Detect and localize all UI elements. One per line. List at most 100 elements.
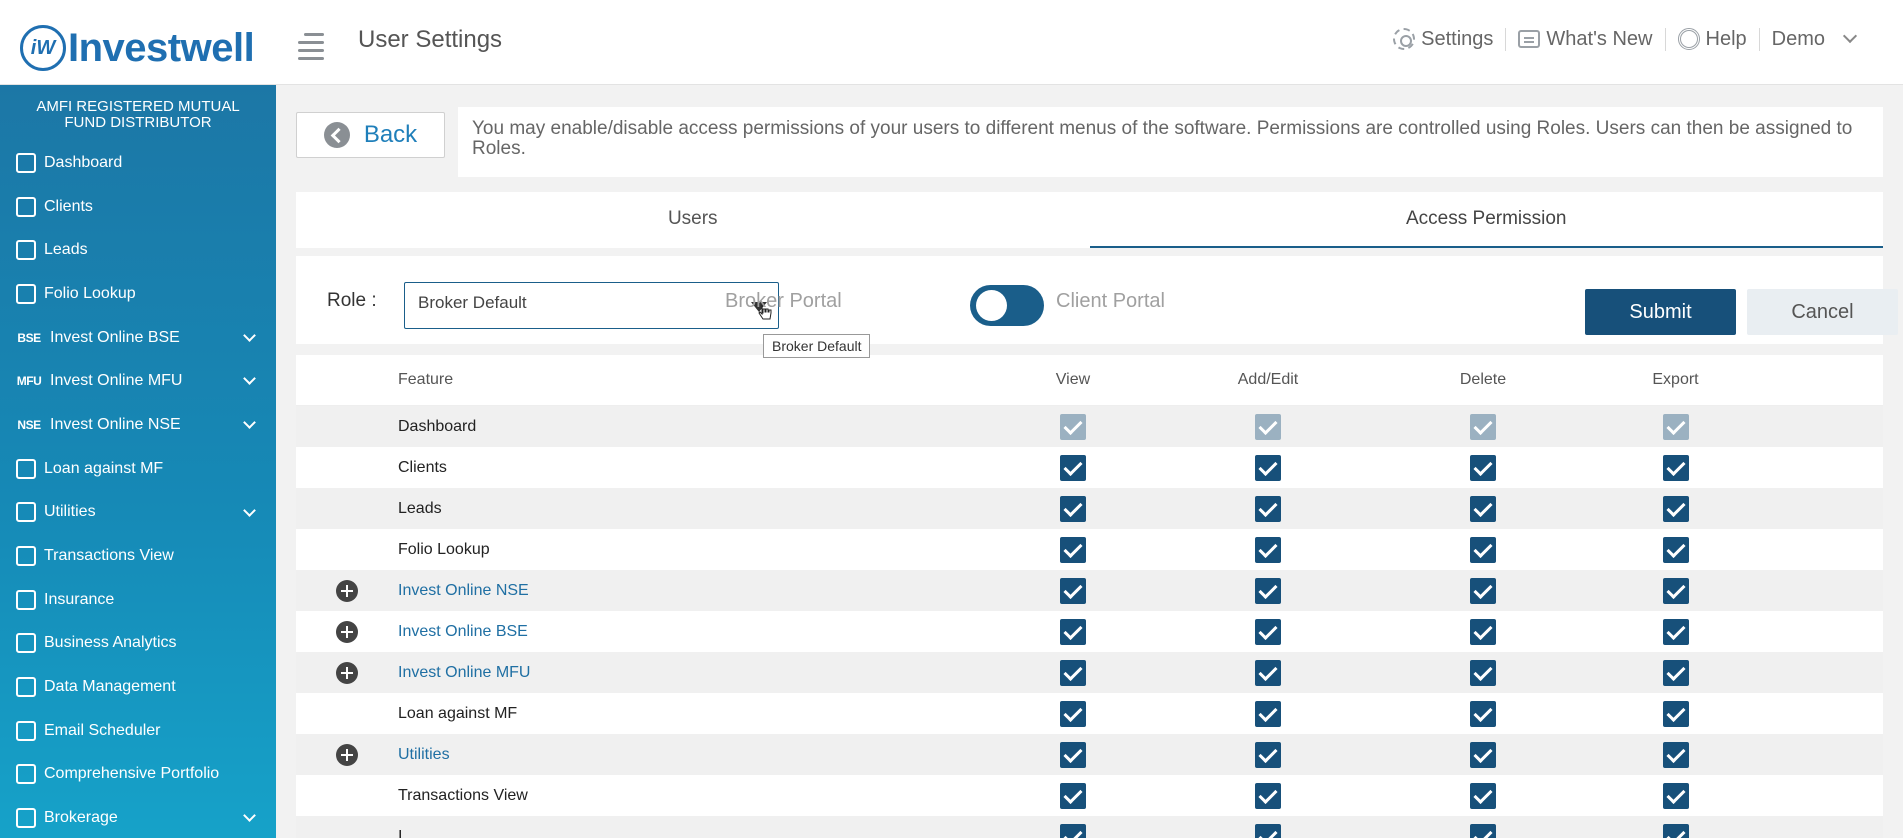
delete-checkbox[interactable] — [1470, 454, 1496, 481]
sidebar-item-transactions-view[interactable]: Transactions View — [0, 534, 276, 578]
view-checkbox[interactable] — [1060, 700, 1086, 727]
view-checkbox[interactable] — [1060, 454, 1086, 481]
delete-checkbox[interactable] — [1470, 577, 1496, 604]
delete-checkbox[interactable] — [1470, 618, 1496, 645]
mfu-icon: MFU — [16, 374, 42, 389]
delete-checkbox[interactable] — [1470, 495, 1496, 522]
search-icon — [14, 501, 38, 523]
expand-plus-icon[interactable] — [336, 579, 358, 602]
add-edit-checkbox[interactable] — [1255, 741, 1281, 768]
add-edit-checkbox[interactable] — [1255, 618, 1281, 645]
export-checkbox[interactable] — [1662, 618, 1689, 645]
sidebar-nav: Dashboard Clients Leads Folio Lookup BSE Inve… — [0, 141, 276, 840]
chevron-down-icon[interactable] — [243, 372, 256, 386]
export-checkbox[interactable] — [1662, 823, 1689, 838]
delete-checkbox[interactable] — [1470, 659, 1496, 686]
sidebar-item-folio-lookup[interactable]: Folio Lookup — [0, 272, 276, 316]
delete-checkbox[interactable] — [1470, 823, 1496, 838]
chevron-down-icon[interactable] — [243, 503, 256, 517]
sidebar-item-utilities[interactable]: Utilities — [0, 491, 276, 535]
view-checkbox[interactable] — [1060, 495, 1086, 522]
feature-name[interactable]: Invest Online NSE — [398, 582, 978, 600]
sidebar-item-label: Invest Online MFU — [50, 372, 183, 390]
settings-link[interactable]: Settings — [1381, 27, 1507, 51]
feature-name[interactable]: Invest Online BSE — [398, 623, 978, 641]
portal-toggle[interactable] — [970, 285, 1044, 326]
delete-checkbox[interactable] — [1470, 782, 1496, 809]
feature-name[interactable]: Invest Online MFU — [398, 664, 978, 682]
view-checkbox[interactable] — [1060, 659, 1086, 686]
view-checkbox[interactable] — [1060, 782, 1086, 809]
table-row: Invest Online NSE — [296, 570, 1883, 611]
expand-plus-icon[interactable] — [336, 743, 358, 766]
investwell-logo[interactable]: iW Investwell — [20, 24, 255, 72]
sidebar-item-invest-online-bse[interactable]: BSE Invest Online BSE — [0, 316, 276, 360]
nse-icon: NSE — [17, 417, 41, 432]
view-checkbox[interactable] — [1060, 823, 1086, 838]
sidebar-item-label: Email Scheduler — [44, 721, 161, 739]
submit-button[interactable]: Submit — [1585, 289, 1736, 335]
view-checkbox[interactable] — [1060, 577, 1086, 604]
cancel-button[interactable]: Cancel — [1747, 289, 1898, 335]
whats-new-link[interactable]: What's New — [1506, 27, 1666, 51]
mail-icon — [14, 720, 38, 742]
sidebar-item-label: Transactions View — [44, 547, 174, 565]
delete-checkbox[interactable] — [1470, 700, 1496, 727]
user-menu[interactable]: Demo — [1760, 28, 1867, 51]
add-edit-checkbox[interactable] — [1255, 782, 1281, 809]
export-checkbox[interactable] — [1662, 577, 1689, 604]
export-checkbox[interactable] — [1662, 536, 1689, 563]
export-checkbox[interactable] — [1662, 495, 1689, 522]
add-edit-checkbox[interactable] — [1255, 823, 1281, 838]
chevron-down-icon[interactable] — [243, 328, 256, 342]
menu-toggle-icon[interactable] — [294, 28, 324, 60]
col-feature: Feature — [398, 371, 454, 388]
sidebar-item-insurance[interactable]: Insurance — [0, 578, 276, 622]
help-link[interactable]: Help — [1666, 27, 1760, 51]
export-checkbox[interactable] — [1662, 700, 1689, 727]
sidebar-item-email-scheduler[interactable]: Email Scheduler — [0, 709, 276, 753]
add-edit-checkbox[interactable] — [1255, 577, 1281, 604]
export-checkbox[interactable] — [1662, 782, 1689, 809]
export-checkbox[interactable] — [1662, 741, 1689, 768]
delete-checkbox[interactable] — [1470, 536, 1496, 563]
add-edit-checkbox[interactable] — [1255, 454, 1281, 481]
chevron-down-icon[interactable] — [243, 416, 256, 429]
export-checkbox[interactable] — [1662, 454, 1689, 481]
view-checkbox[interactable] — [1060, 741, 1086, 768]
table-body: Dashboard Clients Leads Folio Lookup Invest … — [296, 406, 1883, 838]
feature-name: Loan against MF — [398, 704, 518, 722]
chevron-down-icon[interactable] — [243, 809, 256, 823]
add-edit-checkbox[interactable] — [1255, 700, 1281, 727]
sidebar-item-business-analytics[interactable]: Business Analytics — [0, 622, 276, 666]
view-checkbox[interactable] — [1060, 618, 1086, 645]
table-header: Feature View Add/Edit Delete Export — [296, 355, 1883, 406]
delete-checkbox[interactable] — [1470, 741, 1496, 768]
sidebar-item-data-management[interactable]: Data Management — [0, 665, 276, 709]
bse-icon: BSE — [17, 330, 41, 345]
role-select[interactable]: Broker Default — [404, 282, 779, 329]
sidebar-item-brokerage[interactable]: Brokerage — [0, 796, 276, 840]
sidebar-item-leads[interactable]: Leads — [0, 228, 276, 272]
expand-plus-icon[interactable] — [336, 661, 358, 684]
col-delete: Delete — [1459, 371, 1507, 388]
add-edit-checkbox[interactable] — [1255, 495, 1281, 522]
sidebar-item-loan-against-mf[interactable]: Loan against MF — [0, 447, 276, 491]
tab-access-permission[interactable]: Access Permission — [1089, 192, 1883, 248]
sidebar-item-label: Invest Online BSE — [50, 328, 180, 346]
expand-plus-icon[interactable] — [336, 620, 358, 643]
sidebar-item-invest-online-nse[interactable]: NSE Invest Online NSE — [0, 403, 276, 447]
amfi-heading: AMFI REGISTERED MUTUAL FUND DISTRIBUTOR — [36, 98, 240, 131]
sidebar-item-comprehensive-portfolio[interactable]: Comprehensive Portfolio — [0, 753, 276, 797]
page-title: User Settings — [358, 26, 503, 53]
feature-name[interactable]: Utilities — [398, 746, 978, 764]
view-checkbox[interactable] — [1060, 536, 1086, 563]
sidebar-item-invest-online-mfu[interactable]: MFU Invest Online MFU — [0, 359, 276, 403]
add-edit-checkbox[interactable] — [1255, 659, 1281, 686]
sidebar-item-dashboard[interactable]: Dashboard — [0, 141, 276, 185]
add-edit-checkbox[interactable] — [1255, 536, 1281, 563]
tab-users[interactable]: Users — [296, 192, 1090, 248]
back-button[interactable]: Back — [296, 112, 445, 158]
sidebar-item-clients[interactable]: Clients — [0, 185, 276, 229]
export-checkbox[interactable] — [1662, 659, 1689, 686]
